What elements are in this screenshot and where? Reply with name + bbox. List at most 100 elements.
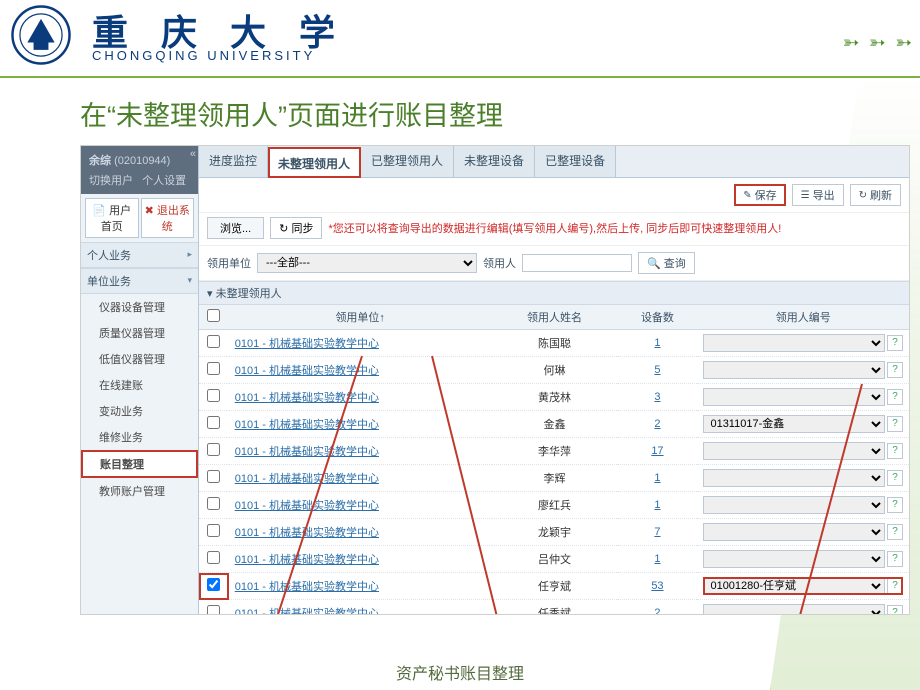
tab-unsorted-users[interactable]: 未整理领用人 xyxy=(268,147,361,178)
row-checkbox[interactable] xyxy=(207,524,220,537)
info-icon[interactable]: ? xyxy=(887,578,903,594)
user-id-select[interactable] xyxy=(703,496,885,514)
row-checkbox[interactable] xyxy=(207,578,220,591)
refresh-button[interactable]: ↻ 刷新 xyxy=(850,184,901,206)
row-checkbox[interactable] xyxy=(207,335,220,348)
tab-unsorted-equip[interactable]: 未整理设备 xyxy=(454,146,535,177)
row-checkbox[interactable] xyxy=(207,389,220,402)
filter-user-input[interactable] xyxy=(522,254,632,272)
count-link[interactable]: 1 xyxy=(654,472,660,484)
tab-sorted-users[interactable]: 已整理领用人 xyxy=(361,146,454,177)
info-icon[interactable]: ? xyxy=(887,524,903,540)
row-user-cell: 任亨斌 xyxy=(492,573,618,600)
row-checkbox[interactable] xyxy=(207,443,220,456)
row-checkbox[interactable] xyxy=(207,497,220,510)
row-checkbox[interactable] xyxy=(207,551,220,564)
unit-link[interactable]: 0101 - 机械基础实验教学中心 xyxy=(235,392,379,404)
col-header-user[interactable]: 领用人姓名 xyxy=(492,305,618,330)
count-link[interactable]: 2 xyxy=(654,418,660,430)
count-link[interactable]: 1 xyxy=(654,499,660,511)
sidebar-item-equipment[interactable]: 仪器设备管理 xyxy=(81,294,198,320)
filter-unit-select[interactable]: ---全部--- xyxy=(257,253,477,273)
main-panel: 进度监控 未整理领用人 已整理领用人 未整理设备 已整理设备 ✎ 保存 ☰ 导出… xyxy=(199,146,909,614)
row-user-cell: 李华萍 xyxy=(492,438,618,465)
search-button[interactable]: 🔍 查询 xyxy=(638,252,695,274)
unit-link[interactable]: 0101 - 机械基础实验教学中心 xyxy=(235,608,379,614)
count-link[interactable]: 53 xyxy=(651,580,663,592)
tab-bar: 进度监控 未整理领用人 已整理领用人 未整理设备 已整理设备 xyxy=(199,146,909,178)
sidebar-collapse-icon[interactable]: « xyxy=(190,148,196,160)
sidebar-item-lowvalue[interactable]: 低值仪器管理 xyxy=(81,346,198,372)
info-icon[interactable]: ? xyxy=(887,443,903,459)
unit-link[interactable]: 0101 - 机械基础实验教学中心 xyxy=(235,581,379,593)
user-id-select[interactable] xyxy=(703,361,885,379)
sidebar-section-unit[interactable]: 单位业务 ▾ xyxy=(81,268,198,294)
count-link[interactable]: 1 xyxy=(654,337,660,349)
info-icon[interactable]: ? xyxy=(887,470,903,486)
row-user-cell: 吕仲文 xyxy=(492,546,618,573)
sidebar-item-online[interactable]: 在线建账 xyxy=(81,372,198,398)
unit-link[interactable]: 0101 - 机械基础实验教学中心 xyxy=(235,554,379,566)
refresh-icon: ↻ xyxy=(859,190,867,201)
user-id-select[interactable]: 01001280-任亨斌 xyxy=(703,577,885,595)
sidebar-item-quality[interactable]: 质量仪器管理 xyxy=(81,320,198,346)
select-all-checkbox[interactable] xyxy=(207,309,220,322)
pencil-icon: ✎ xyxy=(743,190,751,201)
user-id-select[interactable] xyxy=(703,604,885,614)
browse-button[interactable]: 浏览... xyxy=(207,217,264,239)
count-link[interactable]: 1 xyxy=(654,553,660,565)
user-id-select[interactable] xyxy=(703,388,885,406)
sidebar-section-personal[interactable]: 个人业务 ▸ xyxy=(81,242,198,268)
unit-link[interactable]: 0101 - 机械基础实验教学中心 xyxy=(235,473,379,485)
col-header-id[interactable]: 领用人编号 xyxy=(697,305,909,330)
count-link[interactable]: 5 xyxy=(654,364,660,376)
footer-caption: 资产秘书账目整理 xyxy=(0,660,920,684)
info-icon[interactable]: ? xyxy=(887,551,903,567)
tab-sorted-equip[interactable]: 已整理设备 xyxy=(535,146,616,177)
info-icon[interactable]: ? xyxy=(887,389,903,405)
user-id-select[interactable] xyxy=(703,523,885,541)
sidebar-item-account-sort[interactable]: 账目整理 xyxy=(81,450,198,478)
unit-link[interactable]: 0101 - 机械基础实验教学中心 xyxy=(235,365,379,377)
logout-button[interactable]: ✖ 退出系统 xyxy=(141,198,195,238)
col-header-count[interactable]: 设备数 xyxy=(617,305,697,330)
info-icon[interactable]: ? xyxy=(887,416,903,432)
sync-icon: ↻ xyxy=(279,223,288,235)
unit-link[interactable]: 0101 - 机械基础实验教学中心 xyxy=(235,338,379,350)
count-link[interactable]: 3 xyxy=(654,391,660,403)
sidebar-item-teacher-account[interactable]: 教师账户管理 xyxy=(81,478,198,504)
info-icon[interactable]: ? xyxy=(887,497,903,513)
col-header-unit[interactable]: 领用单位↑ xyxy=(229,305,492,330)
count-link[interactable]: 2 xyxy=(654,607,660,614)
home-button[interactable]: 📄 用户首页 xyxy=(85,198,139,238)
user-id-select[interactable] xyxy=(703,550,885,568)
user-id-select[interactable] xyxy=(703,469,885,487)
sidebar-item-change[interactable]: 变动业务 xyxy=(81,398,198,424)
row-checkbox-cell xyxy=(199,600,229,615)
user-id-select[interactable] xyxy=(703,334,885,352)
count-link[interactable]: 7 xyxy=(654,526,660,538)
sync-button[interactable]: ↻ 同步 xyxy=(270,217,322,239)
switch-user-link[interactable]: 切换用户 xyxy=(89,175,133,187)
user-id-select[interactable] xyxy=(703,442,885,460)
unit-link[interactable]: 0101 - 机械基础实验教学中心 xyxy=(235,500,379,512)
row-checkbox[interactable] xyxy=(207,362,220,375)
row-checkbox[interactable] xyxy=(207,416,220,429)
save-button[interactable]: ✎ 保存 xyxy=(734,184,785,206)
user-id-select[interactable]: 01311017-金鑫 xyxy=(703,415,885,433)
group-header[interactable]: ▾ 未整理领用人 xyxy=(199,281,909,305)
count-link[interactable]: 17 xyxy=(651,445,663,457)
unit-link[interactable]: 0101 - 机械基础实验教学中心 xyxy=(235,419,379,431)
unit-link[interactable]: 0101 - 机械基础实验教学中心 xyxy=(235,446,379,458)
row-checkbox[interactable] xyxy=(207,605,220,614)
info-icon[interactable]: ? xyxy=(887,362,903,378)
row-checkbox[interactable] xyxy=(207,470,220,483)
tab-progress[interactable]: 进度监控 xyxy=(199,146,268,177)
row-count-cell: 2 xyxy=(617,600,697,615)
info-icon[interactable]: ? xyxy=(887,335,903,351)
unit-link[interactable]: 0101 - 机械基础实验教学中心 xyxy=(235,527,379,539)
sidebar-item-repair[interactable]: 维修业务 xyxy=(81,424,198,450)
personal-settings-link[interactable]: 个人设置 xyxy=(142,175,186,187)
export-button[interactable]: ☰ 导出 xyxy=(792,184,844,206)
info-icon[interactable]: ? xyxy=(887,605,903,614)
